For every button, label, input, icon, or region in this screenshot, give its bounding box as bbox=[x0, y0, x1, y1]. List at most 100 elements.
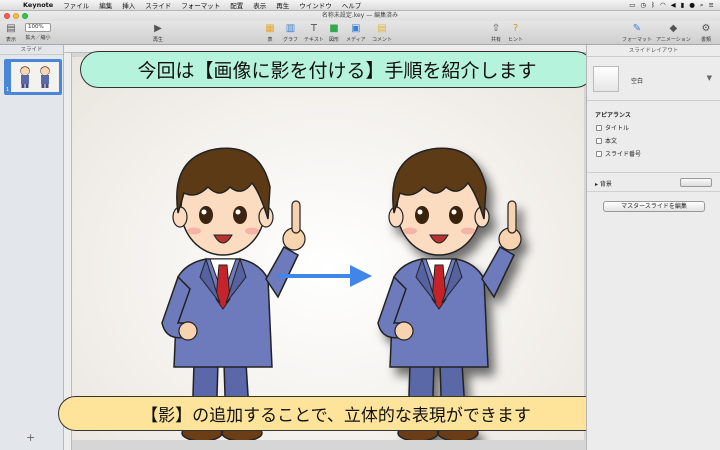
menu-slide[interactable]: スライド bbox=[140, 0, 176, 10]
shape-button[interactable]: ■ 図形 bbox=[328, 23, 340, 43]
slide[interactable] bbox=[72, 57, 584, 442]
slide-number-checkbox[interactable]: スライド番号 bbox=[596, 149, 720, 158]
close-window-icon[interactable] bbox=[4, 13, 10, 19]
checkbox-icon bbox=[596, 124, 602, 131]
comment-button[interactable]: ▤ コメント bbox=[372, 23, 392, 43]
animate-icon: ◆ bbox=[669, 23, 678, 34]
comment-icon: ▤ bbox=[377, 23, 387, 34]
zoom-window-icon[interactable] bbox=[22, 13, 28, 19]
slide-navigator: スライド 1 + bbox=[0, 45, 64, 450]
tips-icon: ? bbox=[512, 23, 519, 34]
screen-icon[interactable]: ▭ bbox=[629, 1, 635, 9]
volume-icon[interactable]: ◀ bbox=[671, 1, 676, 9]
format-button[interactable]: ✎ フォーマット bbox=[622, 23, 652, 43]
chart-button[interactable]: ▥ グラフ bbox=[283, 23, 298, 43]
slide-number: 1 bbox=[6, 87, 10, 93]
user-icon[interactable]: ● bbox=[689, 1, 695, 9]
menu-app-name[interactable]: Keynote bbox=[18, 1, 58, 9]
window-controls bbox=[4, 13, 28, 19]
window-title-bar: 名称未設定.key — 編集済み bbox=[0, 11, 720, 21]
document-button[interactable]: ⚙ 書類 bbox=[700, 23, 712, 43]
chevron-down-icon: ▼ bbox=[706, 74, 712, 82]
battery-icon[interactable]: ▮ bbox=[681, 1, 685, 9]
menu-help[interactable]: ヘルプ bbox=[337, 0, 367, 10]
gear-icon: ⚙ bbox=[701, 23, 711, 34]
share-label: 共有 bbox=[490, 37, 501, 43]
zoom-control[interactable]: 100% 拡大／縮小 bbox=[25, 23, 51, 41]
menu-insert[interactable]: 挿入 bbox=[117, 0, 140, 10]
background-fill-well[interactable] bbox=[680, 178, 712, 187]
media-button[interactable]: ▣ メディア bbox=[346, 23, 366, 43]
view-label: 表示 bbox=[5, 37, 16, 43]
background-disclosure[interactable]: ▸ 背景 bbox=[595, 179, 612, 188]
text-button[interactable]: T テキスト bbox=[304, 23, 324, 43]
wifi-icon[interactable]: ◠ bbox=[660, 1, 666, 9]
table-button[interactable]: ▦ 表 bbox=[264, 23, 276, 43]
text-label: テキスト bbox=[304, 37, 324, 43]
table-label: 表 bbox=[267, 37, 273, 43]
time-machine-icon[interactable]: ◷ bbox=[640, 1, 646, 9]
text-icon: T bbox=[310, 23, 317, 34]
menu-format[interactable]: フォーマット bbox=[176, 0, 225, 10]
menu-arrange[interactable]: 配置 bbox=[225, 0, 248, 10]
play-label: 再生 bbox=[152, 37, 163, 43]
title-checkbox-label: タイトル bbox=[605, 125, 630, 132]
document-label: 書類 bbox=[700, 37, 711, 43]
body-checkbox-label: 本文 bbox=[605, 138, 618, 145]
appearance-title: アピアランス bbox=[595, 112, 631, 119]
zoom-label: 拡大／縮小 bbox=[25, 35, 51, 41]
inspector-panel: スライドレイアウト 空白 ▼ アピアランス タイトル 本文 スライド番号 ▸ 背… bbox=[586, 45, 720, 450]
inspector-header: スライドレイアウト bbox=[587, 45, 720, 57]
checkbox-icon bbox=[596, 150, 602, 157]
tips-button[interactable]: ? ヒント bbox=[508, 23, 523, 43]
slide-navigator-header: スライド bbox=[0, 45, 63, 55]
slide-number-checkbox-label: スライド番号 bbox=[605, 151, 642, 158]
bluetooth-icon[interactable]: ᛒ bbox=[651, 1, 655, 9]
menu-window[interactable]: ウインドウ bbox=[294, 0, 337, 10]
share-icon: ⇧ bbox=[491, 23, 501, 34]
background-label: 背景 bbox=[599, 181, 612, 188]
paintbrush-icon: ✎ bbox=[632, 23, 642, 34]
view-button[interactable]: ▤ 表示 bbox=[5, 23, 17, 43]
document-title: 名称未設定.key — 編集済み bbox=[321, 12, 399, 19]
menu-view[interactable]: 表示 bbox=[248, 0, 271, 10]
tips-label: ヒント bbox=[508, 37, 524, 43]
checkbox-icon bbox=[596, 137, 602, 144]
slide-thumbnail-preview bbox=[11, 62, 59, 92]
thumb-boy-icon bbox=[20, 66, 30, 88]
table-icon: ▦ bbox=[265, 23, 275, 34]
media-icon: ▣ bbox=[351, 23, 361, 34]
shape-icon: ■ bbox=[329, 23, 339, 34]
minimize-window-icon[interactable] bbox=[13, 13, 19, 19]
share-button[interactable]: ⇧ 共有 bbox=[490, 23, 502, 43]
menu-play[interactable]: 再生 bbox=[271, 0, 294, 10]
view-icon: ▤ bbox=[6, 23, 16, 34]
notification-icon[interactable]: ≡ bbox=[709, 1, 714, 9]
menu-edit[interactable]: 編集 bbox=[94, 0, 117, 10]
edit-master-slide-button[interactable]: マスタースライドを編集 bbox=[603, 201, 705, 212]
thumb-boy-shadow-icon bbox=[40, 66, 50, 88]
top-callout: 今回は【画像に影を付ける】手順を紹介します bbox=[80, 51, 594, 88]
animate-button[interactable]: ◆ アニメーション bbox=[656, 23, 691, 43]
menu-bar: Keynote ファイル 編集 挿入 スライド フォーマット 配置 表示 再生 … bbox=[0, 0, 720, 11]
play-button[interactable]: ▶ 再生 bbox=[152, 23, 164, 43]
bottom-callout: 【影】の追加することで、立体的な表現ができます bbox=[58, 396, 614, 431]
zoom-select[interactable]: 100% bbox=[25, 23, 51, 32]
chart-label: グラフ bbox=[283, 37, 299, 43]
vertical-ruler[interactable] bbox=[64, 53, 72, 450]
menu-file[interactable]: ファイル bbox=[58, 0, 94, 10]
layout-selector[interactable]: 空白 ▼ bbox=[587, 57, 720, 101]
slide-thumbnail[interactable]: 1 bbox=[4, 59, 62, 95]
chart-icon: ▥ bbox=[285, 23, 296, 34]
shape-label: 図形 bbox=[328, 37, 339, 43]
play-icon: ▶ bbox=[154, 23, 162, 34]
slide-canvas-area bbox=[64, 45, 586, 450]
add-slide-button[interactable]: + bbox=[26, 431, 35, 444]
layout-thumbnail bbox=[593, 66, 619, 92]
comment-label: コメント bbox=[372, 37, 393, 43]
title-checkbox[interactable]: タイトル bbox=[596, 123, 720, 132]
spotlight-icon[interactable]: ⌕ bbox=[700, 1, 704, 10]
body-checkbox[interactable]: 本文 bbox=[596, 136, 720, 145]
layout-name: 空白 bbox=[631, 78, 644, 85]
status-icons: ▭ ◷ ᛒ ◠ ◀ ▮ ● ⌕ ≡ bbox=[629, 1, 720, 10]
